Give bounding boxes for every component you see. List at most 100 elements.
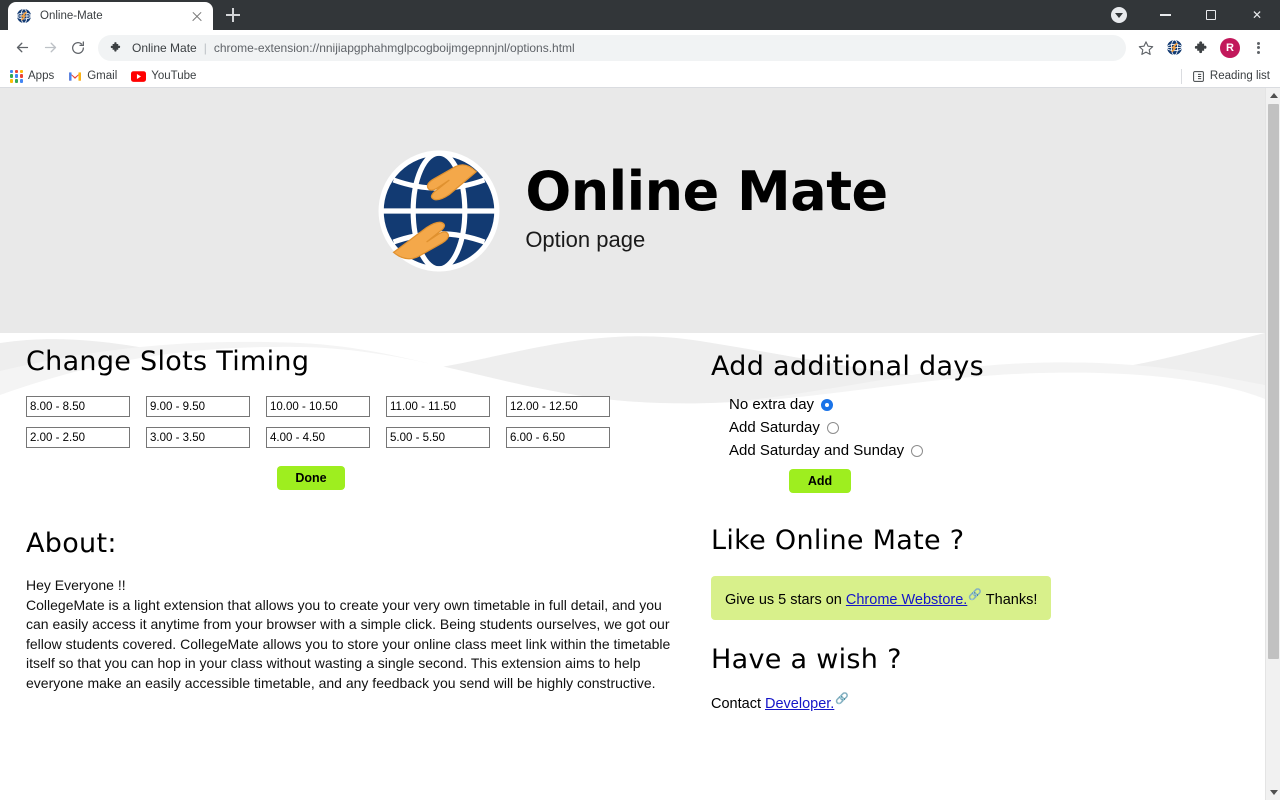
page-subtitle: Option page [525, 227, 646, 253]
about-body-text: CollegeMate is a light extension that al… [26, 596, 671, 691]
bookmark-label: Gmail [87, 70, 118, 82]
contact-text-before: Contact [711, 695, 765, 712]
bookmark-label: YouTube [151, 70, 197, 82]
rate-heading: Like Online Mate ? [711, 525, 965, 556]
rate-text-before: Give us 5 stars on [725, 591, 846, 608]
scroll-down-arrow-icon[interactable] [1266, 785, 1280, 800]
contact-line: Contact Developer.🔗 [711, 692, 1239, 712]
reading-list-button[interactable]: Reading list [1180, 68, 1270, 84]
radio-option-add-saturday[interactable]: Add Saturday [729, 419, 1239, 436]
bookmark-apps[interactable]: Apps [10, 69, 54, 83]
extra-days-options: No extra day Add Saturday Add Saturday a… [711, 396, 1239, 459]
bookmark-star-icon [1138, 40, 1154, 56]
tab-strip: Online-Mate ✕ [0, 0, 1280, 30]
downloads-button[interactable] [1096, 0, 1142, 30]
youtube-icon [131, 70, 147, 82]
forward-arrow-icon [42, 39, 59, 56]
chrome-menu-button[interactable] [1244, 34, 1272, 62]
done-button[interactable]: Done [277, 466, 345, 490]
slot-input-8[interactable] [266, 427, 370, 448]
address-bar[interactable]: Online Mate | chrome-extension://nnijiap… [98, 34, 1126, 61]
slot-input-9[interactable] [386, 427, 490, 448]
maximize-icon [1206, 10, 1216, 20]
left-column: Change Slots Timing 8.00 - 8.50 9.00 - 9… [26, 338, 686, 712]
bookmarks-bar: Apps Gmail YouTube Reading list [0, 65, 1280, 88]
globe-icon [16, 8, 32, 24]
profile-button[interactable]: R [1216, 34, 1244, 62]
radio-button[interactable] [821, 398, 834, 411]
about-text: Hey Everyone !! CollegeMate is a light e… [26, 576, 678, 693]
slot-input-3[interactable] [266, 396, 370, 417]
online-mate-globe-handshake-logo [377, 149, 501, 273]
reload-icon [70, 40, 86, 56]
radio-option-add-saturday-and-sunday[interactable]: Add Saturday and Sunday [729, 442, 1239, 459]
reading-list-label: Reading list [1209, 70, 1270, 82]
online-mate-extension-button[interactable] [1160, 34, 1188, 62]
minimize-icon [1159, 14, 1171, 16]
radio-label: Add Saturday [729, 419, 820, 436]
forward-button[interactable] [36, 34, 64, 62]
window-controls: ✕ [1096, 0, 1280, 30]
about-heading: About: [26, 528, 117, 559]
tab-title: Online-Mate [40, 10, 103, 22]
browser-toolbar: Online Mate | chrome-extension://nnijiap… [0, 30, 1280, 65]
slots-grid [26, 396, 686, 448]
rate-text-after: Thanks! [982, 591, 1038, 608]
external-link-icon: 🔗 [835, 692, 850, 705]
close-icon: ✕ [1251, 8, 1263, 22]
close-icon[interactable] [189, 8, 205, 24]
radio-button[interactable] [826, 421, 839, 434]
slot-input-6[interactable] [26, 427, 130, 448]
slots-heading: Change Slots Timing [26, 346, 310, 377]
scrollbar-thumb[interactable] [1268, 104, 1279, 659]
page-content: Online Mate Option page Change Slots Tim… [0, 88, 1265, 800]
radio-label: Add Saturday and Sunday [729, 442, 905, 459]
apps-grid-icon [10, 69, 23, 83]
slot-input-1[interactable] [26, 396, 130, 417]
gmail-icon [68, 71, 82, 82]
slot-input-5[interactable] [506, 396, 610, 417]
reading-list-icon [1192, 70, 1205, 83]
browser-tab[interactable]: Online-Mate [8, 2, 213, 30]
about-greeting: Hey Everyone !! [26, 577, 126, 593]
bookmark-star-button[interactable] [1132, 34, 1160, 62]
reload-button[interactable] [64, 34, 92, 62]
rate-callout: Give us 5 stars on Chrome Webstore.🔗 Tha… [711, 576, 1052, 620]
options-content: Change Slots Timing 8.00 - 8.50 9.00 - 9… [0, 333, 1265, 712]
toolbar-right-actions: R [1132, 34, 1272, 62]
download-icon [1111, 7, 1127, 23]
divider [1180, 68, 1182, 84]
new-tab-button[interactable] [219, 1, 247, 29]
extension-name-label: Online Mate [132, 40, 197, 55]
scroll-up-arrow-icon[interactable] [1266, 88, 1280, 103]
developer-link[interactable]: Developer. [765, 696, 834, 712]
minimize-button[interactable] [1142, 0, 1188, 30]
page-header: Online Mate Option page [0, 88, 1265, 333]
avatar: R [1220, 37, 1240, 58]
radio-option-no-extra-day[interactable]: No extra day [729, 396, 1239, 413]
bookmark-gmail[interactable]: Gmail [68, 70, 117, 82]
page-scrollbar[interactable] [1265, 88, 1280, 800]
omnibox-separator: | [203, 40, 207, 55]
three-dot-menu-icon [1250, 40, 1266, 56]
back-button[interactable] [8, 34, 36, 62]
slot-input-10[interactable] [506, 427, 610, 448]
radio-button[interactable] [911, 444, 924, 457]
page-title: Online Mate [525, 159, 888, 223]
bookmark-youtube[interactable]: YouTube [131, 70, 196, 82]
extensions-button[interactable] [1188, 34, 1216, 62]
globe-extension-icon [1166, 39, 1183, 56]
slot-input-2[interactable] [146, 396, 250, 417]
maximize-button[interactable] [1188, 0, 1234, 30]
slot-input-7[interactable] [146, 427, 250, 448]
extension-puzzle-icon [110, 41, 124, 54]
extra-days-heading: Add additional days [711, 351, 984, 382]
url-text: chrome-extension://nnijiapgphahmglpcogbo… [213, 40, 575, 55]
external-link-icon: 🔗 [968, 589, 983, 601]
add-button[interactable]: Add [789, 469, 851, 493]
chrome-webstore-link[interactable]: Chrome Webstore. [846, 592, 967, 608]
browser-window: Online-Mate ✕ Online Mate | chrome-exten… [0, 0, 1280, 800]
wish-heading: Have a wish ? [711, 643, 902, 675]
slot-input-4[interactable] [386, 396, 490, 417]
close-window-button[interactable]: ✕ [1234, 0, 1280, 30]
